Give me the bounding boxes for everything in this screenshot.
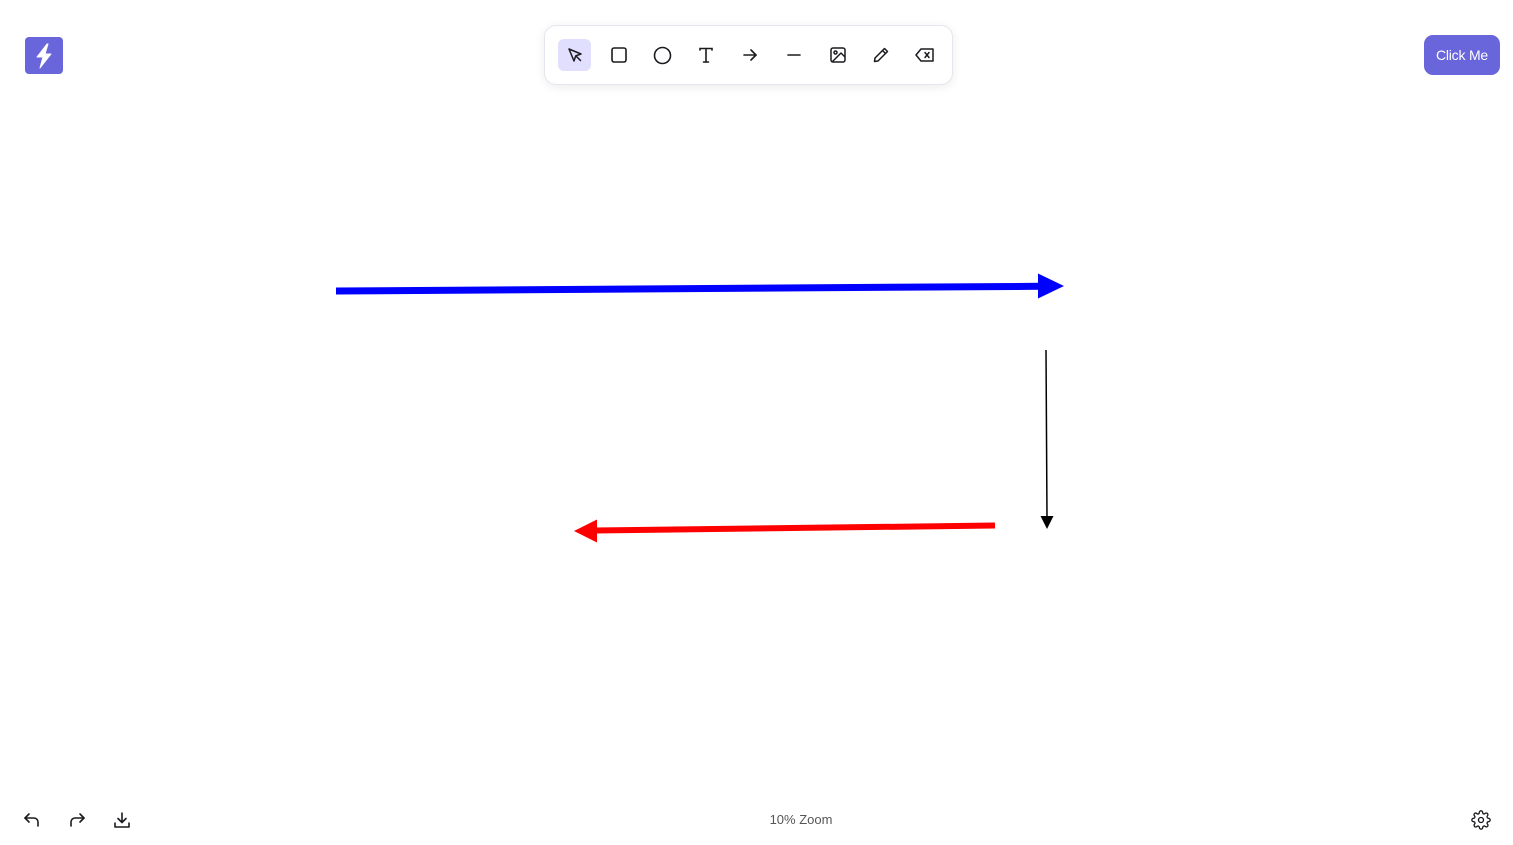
download-icon [112,810,132,830]
redo-button[interactable] [65,808,89,832]
black-arrow-shape[interactable] [1040,349,1054,529]
settings-button[interactable] [1469,808,1493,832]
blue-arrow-shape[interactable] [335,273,1064,299]
zoom-indicator: 10% Zoom [769,812,833,827]
download-button[interactable] [110,808,134,832]
redo-icon [67,810,87,830]
undo-icon [22,810,42,830]
red-arrow-shape[interactable] [574,519,996,543]
drawing-canvas[interactable] [0,0,1513,845]
gear-icon [1471,810,1491,830]
undo-button[interactable] [20,808,44,832]
